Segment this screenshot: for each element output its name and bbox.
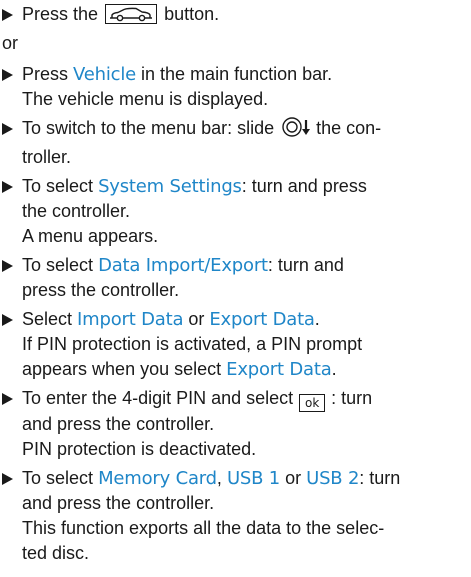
step-select-system-settings: To select System Settings: turn and pres… xyxy=(0,174,471,249)
step-result: This function exports all the data to th… xyxy=(22,518,385,538)
step-text: Press xyxy=(22,64,69,84)
step-select-target-disc: To select Memory Card, USB 1 or USB 2: t… xyxy=(0,466,471,566)
menu-term-vehicle: Vehicle xyxy=(73,64,137,85)
step-result: The vehicle menu is displayed. xyxy=(22,89,269,109)
step-text: appears when you select xyxy=(22,359,222,379)
step-line-2: press the controller. xyxy=(22,280,180,300)
step-line: To select Data Import/Export: turn and xyxy=(22,253,471,278)
step-text: in the main function bar. xyxy=(141,64,333,84)
step-line: Press Vehicle in the main function bar. xyxy=(22,62,471,87)
step-result: A menu appears. xyxy=(22,226,159,246)
triangle-bullet-icon xyxy=(2,181,13,193)
step-line-2: the controller. xyxy=(22,201,131,221)
triangle-bullet-icon xyxy=(2,9,13,21)
step-text: To enter the 4-digit PIN and select xyxy=(22,388,294,408)
step-text: To switch to the menu bar: slide xyxy=(22,118,275,138)
step-result-2: ted disc. xyxy=(22,543,90,563)
triangle-bullet-icon xyxy=(2,123,13,135)
menu-term-data-import-export: Data Import/Export xyxy=(98,255,268,276)
step-line: To select System Settings: turn and pres… xyxy=(22,174,471,199)
triangle-bullet-icon xyxy=(2,260,13,272)
triangle-bullet-icon xyxy=(2,473,13,485)
step-text: the con- xyxy=(316,118,382,138)
triangle-bullet-icon xyxy=(2,314,13,326)
triangle-bullet-icon xyxy=(2,69,13,81)
step-press-vehicle-button: Press the button. xyxy=(0,2,471,27)
controller-slide-down-icon xyxy=(281,116,315,145)
step-text: button. xyxy=(164,4,220,24)
step-line: To switch to the menu bar: slide the con… xyxy=(22,116,471,145)
menu-term-usb-2: USB 2 xyxy=(306,468,360,489)
step-switch-menu-bar: To switch to the menu bar: slide the con… xyxy=(0,116,471,170)
step-line-2: and press the controller. xyxy=(22,493,215,513)
step-select-data-import-export: To select Data Import/Export: turn and p… xyxy=(0,253,471,303)
step-result: PIN protection is deactivated. xyxy=(22,439,257,459)
step-text: To select xyxy=(22,176,94,196)
menu-term-export-data: Export Data xyxy=(226,359,332,380)
step-line: Press the button. xyxy=(22,2,471,27)
car-button-icon xyxy=(105,4,158,24)
menu-term-usb-1: USB 1 xyxy=(226,468,281,489)
step-enter-pin: To enter the 4-digit PIN and select ok : t… xyxy=(0,386,471,462)
step-select-import-export-data: Select Import Data or Export Data. If PI… xyxy=(0,307,471,382)
step-text: Select xyxy=(22,309,73,329)
step-text: . xyxy=(314,309,320,329)
car-glyph xyxy=(110,7,153,22)
menu-term-memory-card: Memory Card xyxy=(98,468,217,489)
step-text: or xyxy=(285,468,302,488)
triangle-bullet-icon xyxy=(2,393,13,405)
step-text: Press the xyxy=(22,4,99,24)
menu-term-system-settings: System Settings xyxy=(98,176,242,197)
menu-term-export-data: Export Data xyxy=(209,309,315,330)
step-text: : turn and xyxy=(267,255,344,275)
step-text: , xyxy=(216,468,222,488)
or-separator: or xyxy=(2,33,19,53)
step-text: To select xyxy=(22,468,94,488)
step-text: : turn xyxy=(331,388,373,408)
menu-term-import-data: Import Data xyxy=(77,309,184,330)
step-line-2: troller. xyxy=(22,147,72,167)
ok-button-icon: ok xyxy=(299,394,326,412)
step-line: Select Import Data or Export Data. xyxy=(22,307,471,332)
step-result-2: appears when you select Export Data. xyxy=(22,357,471,382)
step-text: or xyxy=(188,309,205,329)
step-result: If PIN protection is activated, a PIN pr… xyxy=(22,334,363,354)
instruction-page: Press the button. or Press Vehicle in th… xyxy=(0,2,471,570)
step-line: To enter the 4-digit PIN and select ok : t… xyxy=(22,386,471,412)
step-text: : turn xyxy=(359,468,401,488)
step-text: . xyxy=(331,359,337,379)
step-line-2: and press the controller. xyxy=(22,414,215,434)
step-line: To select Memory Card, USB 1 or USB 2: t… xyxy=(22,466,471,491)
step-text: To select xyxy=(22,255,94,275)
step-press-vehicle: Press Vehicle in the main function bar. … xyxy=(0,62,471,112)
step-text: : turn and press xyxy=(241,176,367,196)
